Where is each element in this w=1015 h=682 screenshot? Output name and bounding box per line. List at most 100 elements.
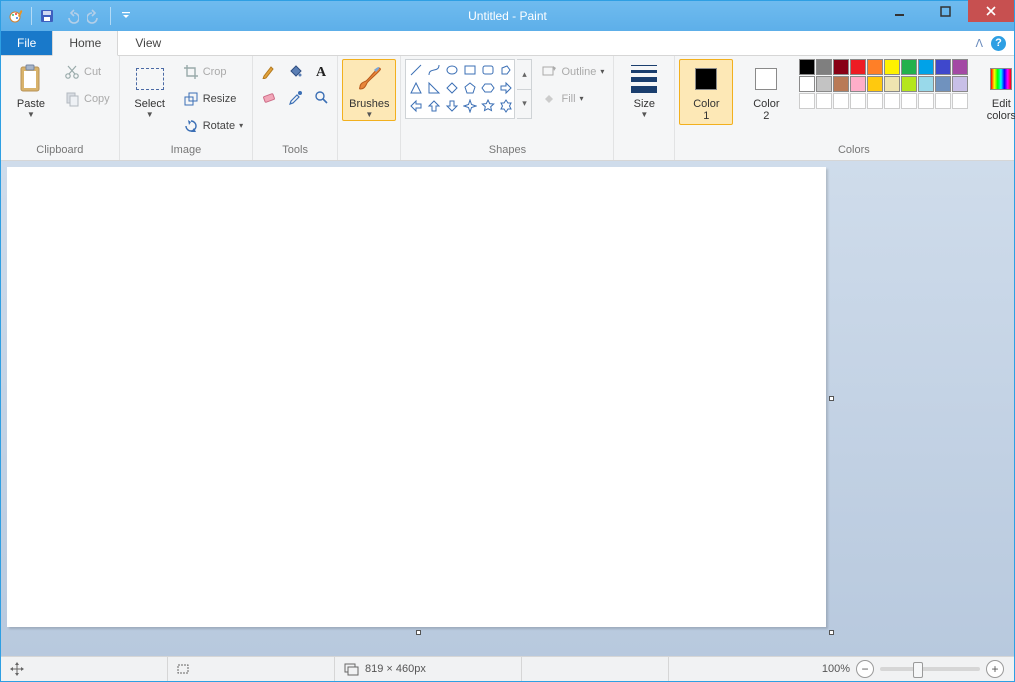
shape-right-arrow[interactable]	[497, 79, 515, 97]
fill-tool[interactable]	[283, 59, 307, 83]
shape-oval[interactable]	[443, 61, 461, 79]
custom-color-slot[interactable]	[918, 93, 934, 109]
collapse-ribbon-button[interactable]: ᐱ	[975, 37, 983, 50]
color-swatch[interactable]	[884, 76, 900, 92]
color2-button[interactable]: Color2	[739, 59, 793, 125]
shape-pentagon[interactable]	[461, 79, 479, 97]
custom-color-slot[interactable]	[850, 93, 866, 109]
expand-gallery-icon[interactable]: ▾	[517, 90, 531, 119]
custom-color-slot[interactable]	[884, 93, 900, 109]
tab-home[interactable]: Home	[52, 31, 118, 56]
close-button[interactable]	[968, 0, 1014, 22]
shape-star4[interactable]	[461, 97, 479, 115]
tab-file[interactable]: File	[1, 31, 52, 55]
color-swatch[interactable]	[816, 59, 832, 75]
customize-qat-button[interactable]	[115, 5, 137, 27]
magnifier-tool[interactable]	[309, 85, 333, 109]
pencil-tool[interactable]	[257, 59, 281, 83]
edit-colors-button[interactable]: Editcolors	[974, 59, 1015, 125]
select-button[interactable]: Select ▼	[124, 59, 176, 121]
shape-hexagon[interactable]	[479, 79, 497, 97]
tab-view[interactable]: View	[118, 31, 178, 55]
zoom-slider[interactable]	[880, 667, 980, 671]
brushes-button[interactable]: Brushes ▼	[342, 59, 396, 121]
zoom-in-button[interactable]: +	[986, 660, 1004, 678]
color-swatch[interactable]	[935, 59, 951, 75]
scissors-icon	[64, 64, 80, 80]
color-swatch[interactable]	[850, 76, 866, 92]
custom-color-slot[interactable]	[935, 93, 951, 109]
color-swatch[interactable]	[850, 59, 866, 75]
shape-outline-button[interactable]: Outline ▾	[536, 59, 609, 85]
color-swatch[interactable]	[918, 76, 934, 92]
color-swatch[interactable]	[816, 76, 832, 92]
shape-star5[interactable]	[479, 97, 497, 115]
crop-button[interactable]: Crop	[178, 59, 248, 85]
save-button[interactable]	[36, 5, 58, 27]
zoom-controls: 100% − +	[812, 660, 1014, 678]
group-label-tools: Tools	[257, 144, 333, 160]
color-swatch[interactable]	[833, 59, 849, 75]
color-swatch[interactable]	[901, 59, 917, 75]
shape-fill-button[interactable]: Fill ▾	[536, 86, 609, 112]
shapes-gallery[interactable]	[405, 59, 515, 119]
color-swatch[interactable]	[952, 76, 968, 92]
color-swatch[interactable]	[901, 76, 917, 92]
custom-color-slot[interactable]	[816, 93, 832, 109]
color-swatch[interactable]	[833, 76, 849, 92]
custom-color-slot[interactable]	[952, 93, 968, 109]
resize-handle-se[interactable]	[829, 630, 834, 635]
paste-label: Paste	[17, 98, 45, 110]
color1-button[interactable]: Color1	[679, 59, 733, 125]
paste-button[interactable]: Paste ▼	[5, 59, 57, 121]
zoom-slider-thumb[interactable]	[913, 662, 923, 678]
color-swatch[interactable]	[952, 59, 968, 75]
shape-down-arrow[interactable]	[443, 97, 461, 115]
shape-triangle[interactable]	[407, 79, 425, 97]
size-button[interactable]: Size ▼	[618, 59, 670, 121]
custom-color-slot[interactable]	[833, 93, 849, 109]
shape-line[interactable]	[407, 61, 425, 79]
shape-right-triangle[interactable]	[425, 79, 443, 97]
group-label-shapes: Shapes	[405, 144, 609, 160]
scroll-up-icon[interactable]: ▴	[517, 60, 531, 90]
title-bar: Untitled - Paint	[1, 1, 1014, 31]
zoom-out-button[interactable]: −	[856, 660, 874, 678]
rotate-button[interactable]: Rotate ▾	[178, 113, 248, 139]
shape-roundrect[interactable]	[479, 61, 497, 79]
cut-button[interactable]: Cut	[59, 59, 115, 85]
resize-handle-s[interactable]	[416, 630, 421, 635]
resize-handle-e[interactable]	[829, 396, 834, 401]
color-swatch[interactable]	[884, 59, 900, 75]
shape-up-arrow[interactable]	[425, 97, 443, 115]
color-swatch[interactable]	[799, 76, 815, 92]
text-tool[interactable]: A	[309, 59, 333, 83]
undo-button[interactable]	[60, 5, 82, 27]
separator	[31, 7, 32, 25]
shape-rect[interactable]	[461, 61, 479, 79]
maximize-button[interactable]	[922, 0, 968, 22]
color-swatch[interactable]	[867, 59, 883, 75]
minimize-button[interactable]	[876, 0, 922, 22]
custom-color-slot[interactable]	[901, 93, 917, 109]
shape-star6[interactable]	[497, 97, 515, 115]
canvas-area[interactable]	[1, 161, 1014, 656]
shape-left-arrow[interactable]	[407, 97, 425, 115]
color-swatch[interactable]	[918, 59, 934, 75]
custom-color-slot[interactable]	[799, 93, 815, 109]
canvas[interactable]	[7, 167, 826, 627]
color-swatch[interactable]	[935, 76, 951, 92]
resize-button[interactable]: Resize	[178, 86, 248, 112]
shape-curve[interactable]	[425, 61, 443, 79]
shape-diamond[interactable]	[443, 79, 461, 97]
redo-button[interactable]	[84, 5, 106, 27]
help-button[interactable]: ?	[991, 36, 1006, 51]
eraser-tool[interactable]	[257, 85, 281, 109]
copy-button[interactable]: Copy	[59, 86, 115, 112]
color-swatch[interactable]	[799, 59, 815, 75]
shapes-scroll[interactable]: ▴▾	[517, 59, 532, 119]
custom-color-slot[interactable]	[867, 93, 883, 109]
color-swatch[interactable]	[867, 76, 883, 92]
shape-polygon[interactable]	[497, 61, 515, 79]
color-picker-tool[interactable]	[283, 85, 307, 109]
